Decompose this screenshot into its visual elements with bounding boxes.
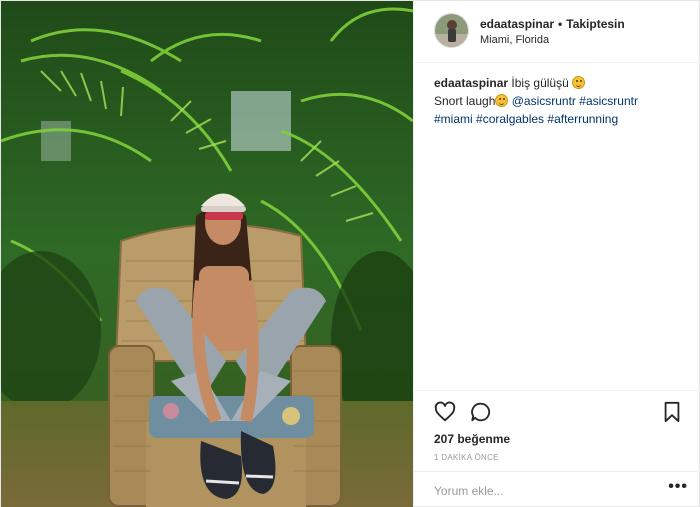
likes-count[interactable]: 207 beğenme: [434, 432, 510, 446]
more-options-button[interactable]: •••: [668, 478, 688, 496]
instagram-post: edaataspinar • Takiptesin Miami, Florida e…: [0, 0, 700, 507]
heart-icon: [434, 401, 456, 422]
caption-text-line2: Snort laugh: [434, 94, 496, 108]
avatar-image: [435, 14, 468, 47]
caption-hashtag[interactable]: #asicsruntr: [579, 94, 638, 108]
header-separator: •: [558, 17, 563, 31]
avatar[interactable]: [434, 13, 469, 48]
grinning-emoji-icon: [572, 76, 586, 89]
comment-box: •••: [414, 471, 700, 507]
post-header-line: edaataspinar • Takiptesin: [480, 17, 625, 31]
caption-text-line1: İbiş gülüşü: [511, 76, 569, 90]
comment-input[interactable]: [434, 482, 644, 500]
caption-hashtag[interactable]: #miami: [434, 112, 473, 126]
laughing-emoji-icon: [495, 94, 509, 107]
save-button[interactable]: [662, 401, 682, 428]
follow-status[interactable]: Takiptesin: [566, 17, 624, 31]
post-side-panel: edaataspinar • Takiptesin Miami, Florida e…: [413, 1, 700, 507]
caption-hashtag[interactable]: #coralgables: [476, 112, 544, 126]
location-link[interactable]: Miami, Florida: [480, 34, 549, 46]
post-timestamp: 1 DAKİKA ÖNCE: [434, 453, 499, 462]
comment-icon: [471, 402, 491, 422]
caption-mention[interactable]: @asicsruntr: [512, 94, 576, 108]
post-header: edaataspinar • Takiptesin Miami, Florida: [414, 1, 700, 63]
post-actions: 207 beğenme 1 DAKİKA ÖNCE •••: [414, 390, 700, 507]
username-link[interactable]: edaataspinar: [480, 17, 554, 31]
post-photo[interactable]: [1, 1, 413, 507]
like-button[interactable]: [434, 401, 456, 428]
post-photo-illustration: [1, 1, 413, 507]
caption-hashtag[interactable]: #afterrunning: [547, 112, 618, 126]
caption: edaataspinar İbiş gülüşü Snort laugh @as…: [434, 74, 684, 128]
caption-username[interactable]: edaataspinar: [434, 76, 508, 90]
bookmark-icon: [664, 401, 680, 423]
comment-button[interactable]: [470, 401, 492, 428]
